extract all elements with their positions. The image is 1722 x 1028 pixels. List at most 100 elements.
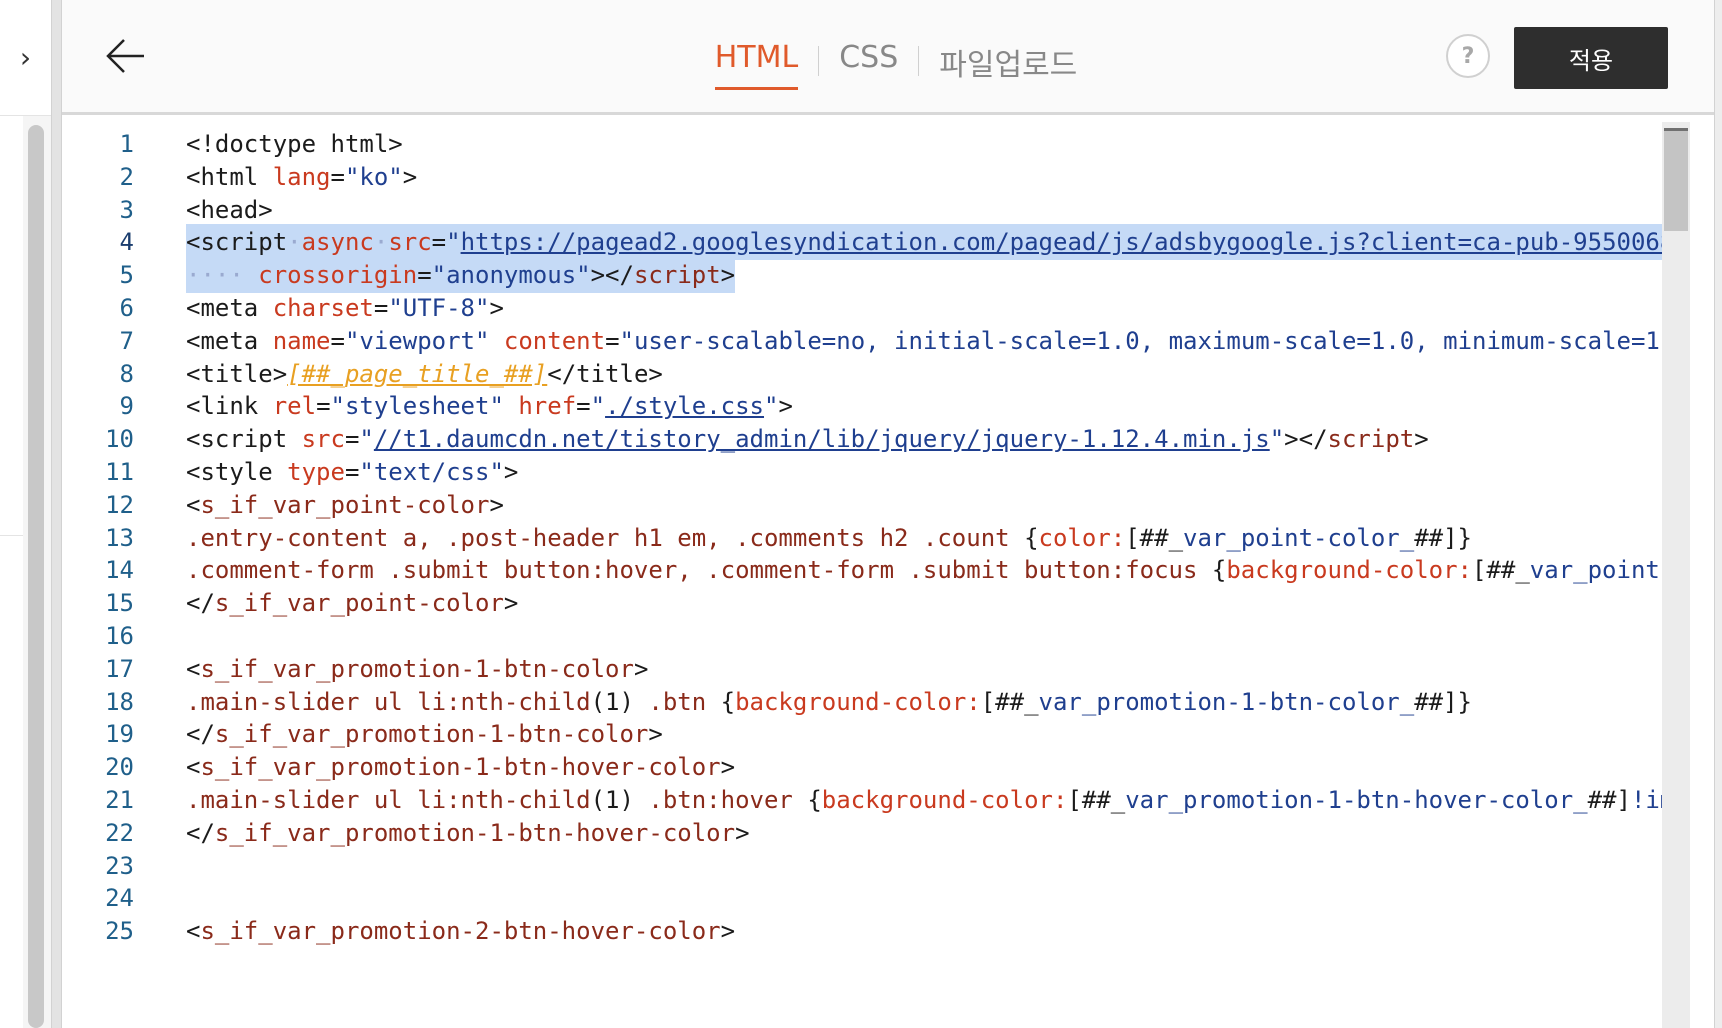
code-line[interactable]: .comment-form .submit button:hover, .com… xyxy=(186,552,1664,588)
code-line[interactable]: <html lang="ko"> xyxy=(186,159,417,195)
code-token: s_if_var_point-color xyxy=(200,490,490,519)
code-token: > xyxy=(489,294,504,322)
code-line[interactable]: </s_if_var_point-color> xyxy=(186,585,518,621)
code-token: = xyxy=(330,326,345,355)
line-number: 4 xyxy=(119,228,134,257)
code-token: background-color: xyxy=(735,687,981,716)
code-token: <style xyxy=(186,458,288,486)
code-token: "anonymous" xyxy=(431,261,591,290)
code-line[interactable]: .main-slider ul li:nth-child(1) .btn {ba… xyxy=(186,684,1472,720)
code-token: s_if_var_point-color xyxy=(214,589,504,618)
tab-html[interactable]: HTML xyxy=(714,36,799,90)
code-token: [##_ xyxy=(1067,786,1126,814)
code-token: </ xyxy=(186,818,215,847)
code-token: "stylesheet" xyxy=(330,392,504,421)
line-number: 24 xyxy=(105,884,134,913)
code-line[interactable]: <meta name="viewport" content="user-scal… xyxy=(186,323,1664,359)
code-line[interactable]: <script src="//t1.daumcdn.net/tistory_ad… xyxy=(186,421,1429,457)
code-token: > xyxy=(720,261,736,290)
code-token: background-color: xyxy=(821,786,1068,814)
code-token: <head> xyxy=(186,195,273,224)
line-number: 23 xyxy=(105,851,134,880)
code-line[interactable]: <title>[##_page_title_##]</title> xyxy=(186,356,663,392)
code-token: type xyxy=(287,458,345,486)
code-line[interactable]: ···· crossorigin="anonymous"></script> xyxy=(186,257,736,294)
code-token: (1) xyxy=(590,786,649,814)
code-token: async xyxy=(301,228,374,257)
tab-separator xyxy=(818,46,820,76)
code-token: "user-scalable=no, initial-scale=1.0, ma… xyxy=(619,326,1664,355)
code-token: " xyxy=(764,392,779,421)
editor-scroll-thumb[interactable] xyxy=(1664,128,1688,231)
code-token: src xyxy=(301,425,345,454)
tab-css[interactable]: CSS xyxy=(839,36,898,87)
code-token: = xyxy=(316,392,331,421)
code-token: crossorigin xyxy=(258,261,418,290)
code-editor[interactable]: 1 2 3 4 5 6 7 8 9 10 11 12 13 14 15 16 17 18 19 20 21 22 23 24 2… xyxy=(62,118,1714,1028)
code-token: = xyxy=(344,425,360,454)
code-line[interactable]: <!doctype html> xyxy=(186,126,403,162)
code-token: lang xyxy=(272,162,331,191)
line-number: 22 xyxy=(105,818,134,847)
left-panel: › xyxy=(0,0,54,1028)
code-token: <script xyxy=(186,228,288,257)
code-token: <!doctype html> xyxy=(186,130,403,158)
code-token: script xyxy=(1327,425,1415,454)
code-token: </ xyxy=(186,589,215,618)
code-line[interactable]: <s_if_var_promotion-2-btn-hover-color> xyxy=(186,913,735,949)
code-token: { xyxy=(720,687,736,716)
code-token: rel xyxy=(272,392,317,421)
code-token: " xyxy=(590,392,606,421)
help-button[interactable]: ? xyxy=(1446,34,1490,78)
line-number: 16 xyxy=(105,622,134,650)
code-token: var_point-c xyxy=(1529,556,1664,585)
line-number: 5 xyxy=(119,261,134,290)
code-line[interactable]: <s_if_var_promotion-1-btn-hover-color> xyxy=(186,749,735,785)
code-token: background-color: xyxy=(1226,556,1472,585)
code-token: < xyxy=(186,917,201,946)
code-token: = xyxy=(417,261,432,290)
line-number: 10 xyxy=(105,425,134,454)
code-line[interactable]: <script·async·src="https://pagead2.googl… xyxy=(186,224,1664,261)
right-edge xyxy=(1714,0,1722,1028)
line-number: 18 xyxy=(105,687,134,716)
code-area[interactable]: <!doctype html> <html lang="ko"> <head> <sc… xyxy=(186,118,1664,1028)
code-line[interactable]: <s_if_var_point-color> xyxy=(186,487,504,523)
code-token: <script xyxy=(186,425,302,454)
code-token: ##]} xyxy=(1414,687,1472,716)
code-line[interactable]: <link rel="stylesheet" href="./style.css… xyxy=(186,388,793,424)
code-line[interactable]: </s_if_var_promotion-1-btn-color> xyxy=(186,716,663,752)
tab-separator xyxy=(918,46,920,76)
code-token: <html xyxy=(186,162,273,191)
code-token: ···· xyxy=(186,261,244,290)
left-panel-scrollbar[interactable] xyxy=(28,125,44,1028)
code-token: .comment-form .submit button:hover, .com… xyxy=(186,556,1212,585)
line-number: 20 xyxy=(105,753,134,782)
expand-panel-button[interactable]: › xyxy=(0,0,51,116)
code-token: charset xyxy=(272,294,374,322)
code-line[interactable]: <s_if_var_promotion-1-btn-color> xyxy=(186,651,648,687)
code-line[interactable]: .main-slider ul li:nth-child(1) .btn:hov… xyxy=(186,782,1664,818)
code-token: <meta xyxy=(186,326,273,355)
code-token: script xyxy=(633,261,721,290)
tab-file-upload[interactable]: 파일업로드 xyxy=(939,36,1077,96)
code-token: = xyxy=(576,392,591,421)
code-token: { xyxy=(807,786,822,814)
line-number: 17 xyxy=(105,654,134,683)
editor-scrollbar[interactable] xyxy=(1662,122,1690,1028)
code-token: < xyxy=(186,753,201,782)
code-line[interactable]: .entry-content a, .post-header h1 em, .c… xyxy=(186,520,1472,556)
code-token: src xyxy=(388,228,432,257)
panel-splitter[interactable] xyxy=(51,0,62,1028)
code-line[interactable]: </s_if_var_promotion-1-btn-hover-color> xyxy=(186,815,750,851)
code-line[interactable]: <meta charset="UTF-8"> xyxy=(186,290,504,326)
line-number: 9 xyxy=(119,392,134,421)
question-icon: ? xyxy=(1461,43,1475,69)
code-line[interactable]: <style type="text/css"> xyxy=(186,454,518,490)
code-token: ##] xyxy=(1587,786,1631,814)
code-line[interactable]: <head> xyxy=(186,192,273,228)
apply-button[interactable]: 적용 xyxy=(1514,27,1668,89)
line-number: 2 xyxy=(119,162,134,191)
